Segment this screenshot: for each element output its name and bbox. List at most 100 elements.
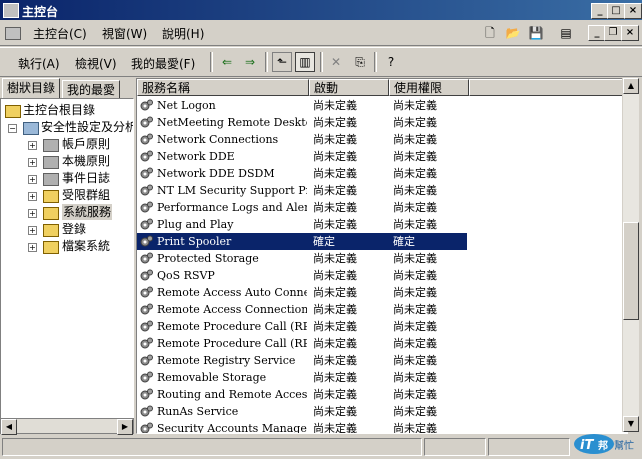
close-button[interactable]: × xyxy=(624,3,642,19)
policy-icon xyxy=(43,139,59,152)
tree-item-file-system[interactable]: 檔案系統 xyxy=(62,238,110,254)
table-row[interactable]: Print Spooler 確定 確定 xyxy=(137,232,468,251)
delete-icon[interactable]: ✕ xyxy=(326,52,346,72)
show-tree-icon[interactable]: ▥ xyxy=(295,52,315,72)
table-row[interactable]: Network Connections 尚未定義 尚未定義 xyxy=(137,131,467,148)
scroll-right-icon[interactable]: ▶ xyxy=(117,419,133,435)
table-row[interactable]: Network DDE DSDM 尚未定義 尚未定義 xyxy=(137,165,467,182)
column-service-name[interactable]: 服務名稱 xyxy=(137,79,309,96)
tree-root[interactable]: 主控台根目錄 xyxy=(23,102,95,118)
table-row[interactable]: NetMeeting Remote Desktop ... 尚未定義 尚未定義 xyxy=(137,114,467,131)
collapse-icon[interactable]: − xyxy=(8,124,17,133)
table-row[interactable]: Net Logon 尚未定義 尚未定義 xyxy=(137,97,467,114)
startup-cell: 尚未定義 xyxy=(313,116,357,129)
table-row[interactable]: QoS RSVP 尚未定義 尚未定義 xyxy=(137,267,467,284)
service-gear-icon xyxy=(140,337,153,349)
menu-window[interactable]: 視窗(W) xyxy=(102,25,147,42)
permission-cell: 尚未定義 xyxy=(393,303,437,316)
status-panel xyxy=(2,438,422,456)
startup-cell: 尚未定義 xyxy=(313,184,357,197)
permission-cell: 尚未定義 xyxy=(393,371,437,384)
service-name-cell: Remote Procedure Call (RPC) xyxy=(157,320,307,333)
menu-console[interactable]: 主控台(C) xyxy=(33,25,87,42)
tree-item-event-log[interactable]: 事件日誌 xyxy=(62,170,110,186)
separator xyxy=(374,52,377,72)
permission-cell: 尚未定義 xyxy=(393,252,437,265)
table-row[interactable]: Protected Storage 尚未定義 尚未定義 xyxy=(137,250,467,267)
child-restore-button[interactable]: ❐ xyxy=(604,25,622,41)
tree-security-analysis[interactable]: 安全性設定及分析 xyxy=(41,119,133,135)
expand-icon[interactable]: + xyxy=(28,141,37,150)
tree-item-local-policy[interactable]: 本機原則 xyxy=(62,153,110,169)
table-row[interactable]: Performance Logs and Alerts 尚未定義 尚未定義 xyxy=(137,199,467,216)
table-row[interactable]: Remote Procedure Call (RPC) 尚未定義 尚未定義 xyxy=(137,318,467,335)
permission-cell: 確定 xyxy=(393,235,415,248)
table-row[interactable]: RunAs Service 尚未定義 尚未定義 xyxy=(137,403,467,420)
scroll-down-icon[interactable]: ▼ xyxy=(623,416,639,432)
console-icon xyxy=(5,27,21,40)
tab-favorites[interactable]: 我的最愛 xyxy=(62,80,121,100)
service-name-cell: NetMeeting Remote Desktop ... xyxy=(157,116,307,129)
startup-cell: 確定 xyxy=(313,235,335,248)
tab-tree[interactable]: 樹狀目錄 xyxy=(2,78,61,98)
svg-text:邦: 邦 xyxy=(598,439,608,452)
up-folder-icon[interactable]: ⬑ xyxy=(272,52,292,72)
expand-icon[interactable]: + xyxy=(28,209,37,218)
expand-icon[interactable]: + xyxy=(28,158,37,167)
services-list: 服務名稱 啟動 使用權限 Net Logon 尚未定義 尚未定義 NetMeeting… xyxy=(136,78,628,434)
list-vertical-scrollbar[interactable]: ▲ ▼ xyxy=(622,78,639,432)
view-menu[interactable]: 檢視(V) xyxy=(75,55,117,72)
table-row[interactable]: Removable Storage 尚未定義 尚未定義 xyxy=(137,369,467,386)
table-row[interactable]: Plug and Play 尚未定義 尚未定義 xyxy=(137,216,467,233)
folder-icon xyxy=(5,105,21,118)
startup-cell: 尚未定義 xyxy=(313,371,357,384)
startup-cell: 尚未定義 xyxy=(313,150,357,163)
maximize-button[interactable]: □ xyxy=(607,3,625,19)
service-name-cell: Remote Access Auto Connect... xyxy=(157,286,307,299)
table-row[interactable]: Remote Access Connection ... 尚未定義 尚未定義 xyxy=(137,301,467,318)
tree-item-restricted-groups[interactable]: 受限群組 xyxy=(62,187,110,203)
save-icon[interactable]: 💾 xyxy=(526,23,546,43)
menu-help[interactable]: 說明(H) xyxy=(162,25,204,42)
column-startup[interactable]: 啟動 xyxy=(309,79,389,96)
status-panel xyxy=(488,438,570,456)
export-list-icon[interactable]: ⎘ xyxy=(350,52,370,72)
new-icon[interactable]: 🗋 xyxy=(480,23,500,43)
scroll-up-icon[interactable]: ▲ xyxy=(623,78,639,94)
table-row[interactable]: Security Accounts Manager 尚未定義 尚未定義 xyxy=(137,420,467,434)
service-gear-icon xyxy=(140,303,153,315)
back-arrow-icon[interactable]: ⇐ xyxy=(217,52,237,72)
permission-cell: 尚未定義 xyxy=(393,388,437,401)
expand-icon[interactable]: + xyxy=(28,175,37,184)
table-row[interactable]: NT LM Security Support Pro... 尚未定義 尚未定義 xyxy=(137,182,467,199)
table-row[interactable]: Network DDE 尚未定義 尚未定義 xyxy=(137,148,467,165)
service-gear-icon xyxy=(140,167,153,179)
expand-icon[interactable]: + xyxy=(28,243,37,252)
help-icon[interactable]: ? xyxy=(381,52,401,72)
tree-item-registry[interactable]: 登錄 xyxy=(62,221,86,237)
table-row[interactable]: Routing and Remote Access 尚未定義 尚未定義 xyxy=(137,386,467,403)
permission-cell: 尚未定義 xyxy=(393,150,437,163)
action-menu[interactable]: 執行(A) xyxy=(18,55,60,72)
watermark-logo: iT 邦 幫忙 xyxy=(572,432,638,456)
table-row[interactable]: Remote Procedure Call (RPC... 尚未定義 尚未定義 xyxy=(137,335,467,352)
table-row[interactable]: Remote Access Auto Connect... 尚未定義 尚未定義 xyxy=(137,284,467,301)
service-name-cell: Net Logon xyxy=(157,99,216,112)
tree-horizontal-scrollbar[interactable]: ◀ ▶ xyxy=(0,418,134,435)
column-permission[interactable]: 使用權限 xyxy=(389,79,469,96)
permission-cell: 尚未定義 xyxy=(393,422,437,434)
new-window-icon[interactable]: ▤ xyxy=(556,23,576,43)
forward-arrow-icon[interactable]: ⇒ xyxy=(240,52,260,72)
expand-icon[interactable]: + xyxy=(28,192,37,201)
lock-folder-icon xyxy=(43,241,59,254)
expand-icon[interactable]: + xyxy=(28,226,37,235)
scroll-left-icon[interactable]: ◀ xyxy=(1,419,17,435)
tree-item-system-services[interactable]: 系統服務 xyxy=(62,204,113,220)
favorites-menu[interactable]: 我的最愛(F) xyxy=(131,55,195,72)
open-icon[interactable]: 📂 xyxy=(503,23,523,43)
tree-item-account-policy[interactable]: 帳戶原則 xyxy=(62,136,110,152)
service-gear-icon xyxy=(140,354,153,366)
child-close-button[interactable]: × xyxy=(621,25,639,41)
scroll-thumb[interactable] xyxy=(623,222,639,320)
table-row[interactable]: Remote Registry Service 尚未定義 尚未定義 xyxy=(137,352,467,369)
